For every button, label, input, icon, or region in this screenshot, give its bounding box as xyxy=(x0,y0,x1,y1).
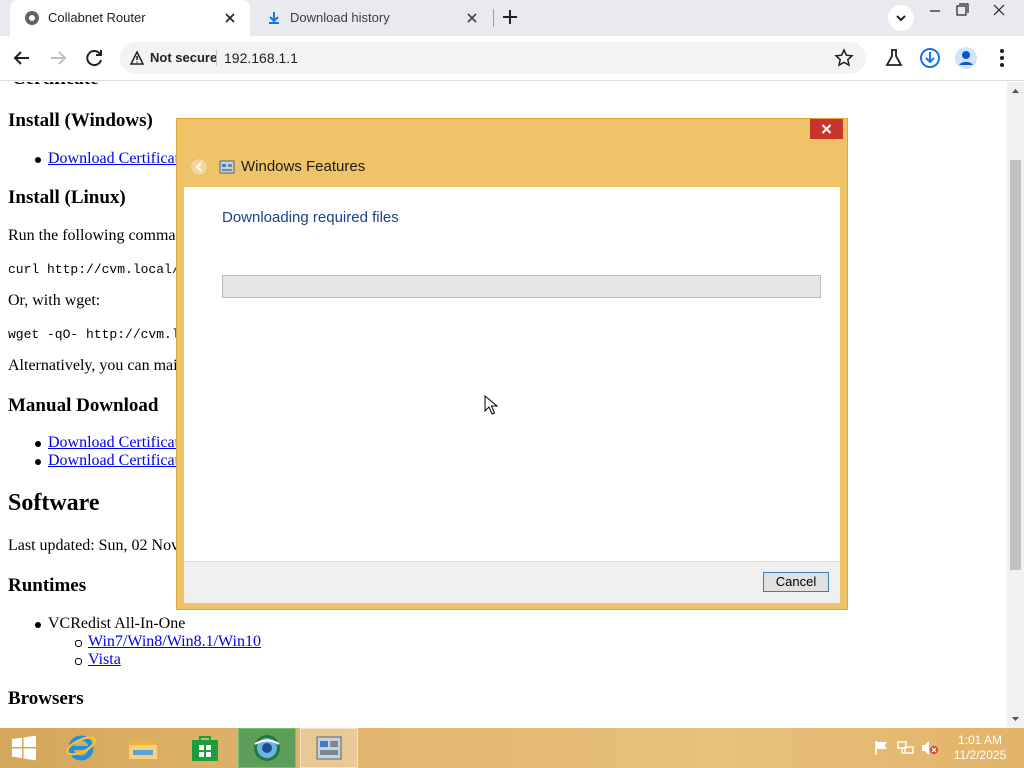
tab-strip: Collabnet Router Download history xyxy=(0,0,1024,36)
tab-collabnet-router[interactable]: Collabnet Router xyxy=(10,0,250,36)
heading-software: Software xyxy=(8,490,100,516)
list-item: Vista xyxy=(75,651,121,669)
address-bar[interactable]: Not secure 192.168.1.1 xyxy=(120,42,866,74)
heading-install-windows: Install (Windows) xyxy=(8,110,153,131)
menu-kebab-icon[interactable] xyxy=(990,46,1014,70)
download-certificate-link[interactable]: Download Certificat xyxy=(48,452,179,469)
network-icon[interactable] xyxy=(897,740,915,756)
restore-icon[interactable] xyxy=(945,0,979,22)
list-item: Download Certificat xyxy=(34,452,179,470)
tab-separator xyxy=(493,9,494,27)
back-arrow-icon[interactable] xyxy=(189,157,209,177)
dialog-close-icon[interactable] xyxy=(810,119,843,139)
browser-toolbar: Not secure 192.168.1.1 xyxy=(0,36,1024,81)
dialog-body: Downloading required files xyxy=(184,187,840,561)
labs-flask-icon[interactable] xyxy=(882,46,906,70)
windows-features-icon xyxy=(219,159,235,175)
windows-features-icon[interactable] xyxy=(300,728,358,768)
security-chip[interactable]: Not secure xyxy=(130,50,217,65)
scrollbar-thumb[interactable] xyxy=(1010,160,1021,570)
close-icon[interactable] xyxy=(222,10,238,26)
dialog-title: Windows Features xyxy=(241,158,366,175)
clock-date: 11/2/2025 xyxy=(953,748,1007,762)
back-icon[interactable] xyxy=(10,46,34,70)
store-icon[interactable] xyxy=(176,728,234,768)
code-wget: wget -qO- http://cvm.loc xyxy=(8,327,196,342)
download-progress-bar xyxy=(222,275,821,298)
system-clock[interactable]: 1:01 AM 11/2/2025 xyxy=(944,733,1016,763)
dialog-footer: Cancel xyxy=(184,561,840,603)
tab-label: Collabnet Router xyxy=(48,10,146,25)
new-tab-icon[interactable] xyxy=(500,7,520,27)
taskbar: 1:01 AM 11/2/2025 xyxy=(0,728,1024,768)
clock-time: 1:01 AM xyxy=(957,733,1003,747)
cut-off-heading: Certificate xyxy=(12,82,99,90)
action-center-flag-icon[interactable] xyxy=(873,740,891,756)
bookmark-star-icon[interactable] xyxy=(834,48,854,68)
paragraph-run-command: Run the following comma xyxy=(8,227,176,244)
address-divider xyxy=(216,50,217,66)
tab-search-button[interactable] xyxy=(888,5,914,31)
download-certificate-link[interactable]: Download Certificat xyxy=(48,434,179,451)
win7-win10-link[interactable]: Win7/Win8/Win8.1/Win10 xyxy=(88,633,261,650)
close-icon[interactable] xyxy=(464,10,480,26)
globe-icon xyxy=(24,10,40,26)
download-certificate-link[interactable]: Download Certificat xyxy=(48,150,179,167)
scroll-up-icon[interactable] xyxy=(1007,86,1024,96)
volume-muted-icon[interactable] xyxy=(921,740,939,756)
tab-label: Download history xyxy=(290,10,390,25)
list-item: VCRedist All-In-One xyxy=(34,615,186,632)
list-item: Win7/Win8/Win8.1/Win10 xyxy=(75,633,261,651)
list-item: Download Certificat xyxy=(34,434,179,452)
reload-icon[interactable] xyxy=(82,46,106,70)
start-icon[interactable] xyxy=(0,728,48,768)
mouse-pointer-icon xyxy=(484,395,498,415)
warning-icon xyxy=(130,50,144,65)
paragraph-or-wget: Or, with wget: xyxy=(8,292,101,309)
heading-runtimes: Runtimes xyxy=(8,575,87,596)
heading-browsers: Browsers xyxy=(8,688,84,709)
tab-download-history[interactable]: Download history xyxy=(252,0,492,36)
vertical-scrollbar[interactable] xyxy=(1007,82,1024,728)
download-icon xyxy=(266,10,282,26)
internet-explorer-icon[interactable] xyxy=(52,728,110,768)
file-explorer-icon[interactable] xyxy=(114,728,172,768)
downloads-icon[interactable] xyxy=(918,46,942,70)
forward-icon[interactable] xyxy=(46,46,70,70)
paragraph-last-updated: Last updated: Sun, 02 Nov xyxy=(8,537,180,554)
heading-install-linux: Install (Linux) xyxy=(8,187,126,208)
code-curl: curl http://cvm.local/l xyxy=(8,262,188,277)
dialog-heading: Downloading required files xyxy=(222,209,399,226)
paragraph-alternatively: Alternatively, you can mai xyxy=(8,357,178,374)
profile-avatar-icon[interactable] xyxy=(954,46,978,70)
heading-manual-download: Manual Download xyxy=(8,395,159,416)
list-item: Download Certificat xyxy=(34,150,179,168)
cancel-button[interactable]: Cancel xyxy=(763,572,829,592)
scroll-down-icon[interactable] xyxy=(1007,714,1024,724)
window-close-icon[interactable] xyxy=(982,0,1016,22)
windows-features-dialog: Windows Features Downloading required fi… xyxy=(176,118,848,610)
vista-link[interactable]: Vista xyxy=(88,651,121,668)
url-text[interactable]: 192.168.1.1 xyxy=(224,50,298,66)
browser-icon[interactable] xyxy=(238,728,296,768)
security-label: Not secure xyxy=(150,50,218,65)
